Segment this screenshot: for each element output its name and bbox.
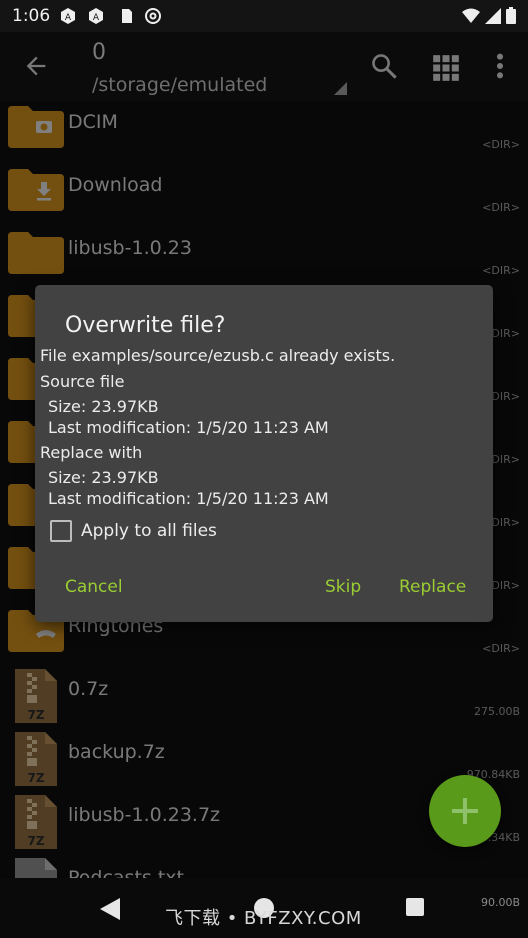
source-size: Size: 23.97KB: [48, 397, 159, 416]
source-modified: Last modification: 1/5/20 11:23 AM: [48, 418, 329, 437]
dialog-message: File examples/source/ezusb.c already exi…: [40, 346, 396, 365]
skip-button[interactable]: Skip: [325, 577, 361, 597]
sd-card-icon: [122, 9, 132, 23]
battery-icon: [506, 7, 516, 24]
source-heading: Source file: [40, 372, 125, 391]
watermark: 飞下载 • BYFZXY.COM: [165, 908, 362, 929]
replace-heading: Replace with: [40, 443, 143, 462]
wifi-icon: [461, 8, 480, 23]
replace-modified: Last modification: 1/5/20 11:23 AM: [48, 489, 329, 508]
replace-size: Size: 23.97KB: [48, 468, 159, 487]
apply-all-checkbox[interactable]: [50, 520, 72, 542]
status-bar: 1:06 A A: [0, 0, 528, 32]
plus-icon: [452, 798, 478, 824]
at-icon: [145, 8, 161, 24]
status-time: 1:06: [12, 6, 51, 26]
nav-back-icon[interactable]: [100, 898, 120, 920]
nav-recents-icon[interactable]: [406, 898, 424, 916]
navigation-bar: 飞下载 • BYFZXY.COM 90.00B: [0, 878, 528, 938]
a-icon: A: [89, 8, 103, 24]
a-icon: A: [61, 8, 75, 24]
dialog-title: Overwrite file?: [65, 313, 226, 338]
apply-all-label[interactable]: Apply to all files: [81, 521, 217, 541]
file-meta: 90.00B: [480, 896, 520, 909]
overwrite-dialog: Overwrite file? File examples/source/ezu…: [35, 285, 493, 622]
replace-button[interactable]: Replace: [399, 577, 466, 597]
svg-text:A: A: [93, 13, 100, 23]
cancel-button[interactable]: Cancel: [65, 577, 123, 597]
signal-icon: [484, 8, 501, 24]
svg-text:A: A: [65, 13, 72, 23]
add-fab-button[interactable]: [429, 775, 501, 847]
